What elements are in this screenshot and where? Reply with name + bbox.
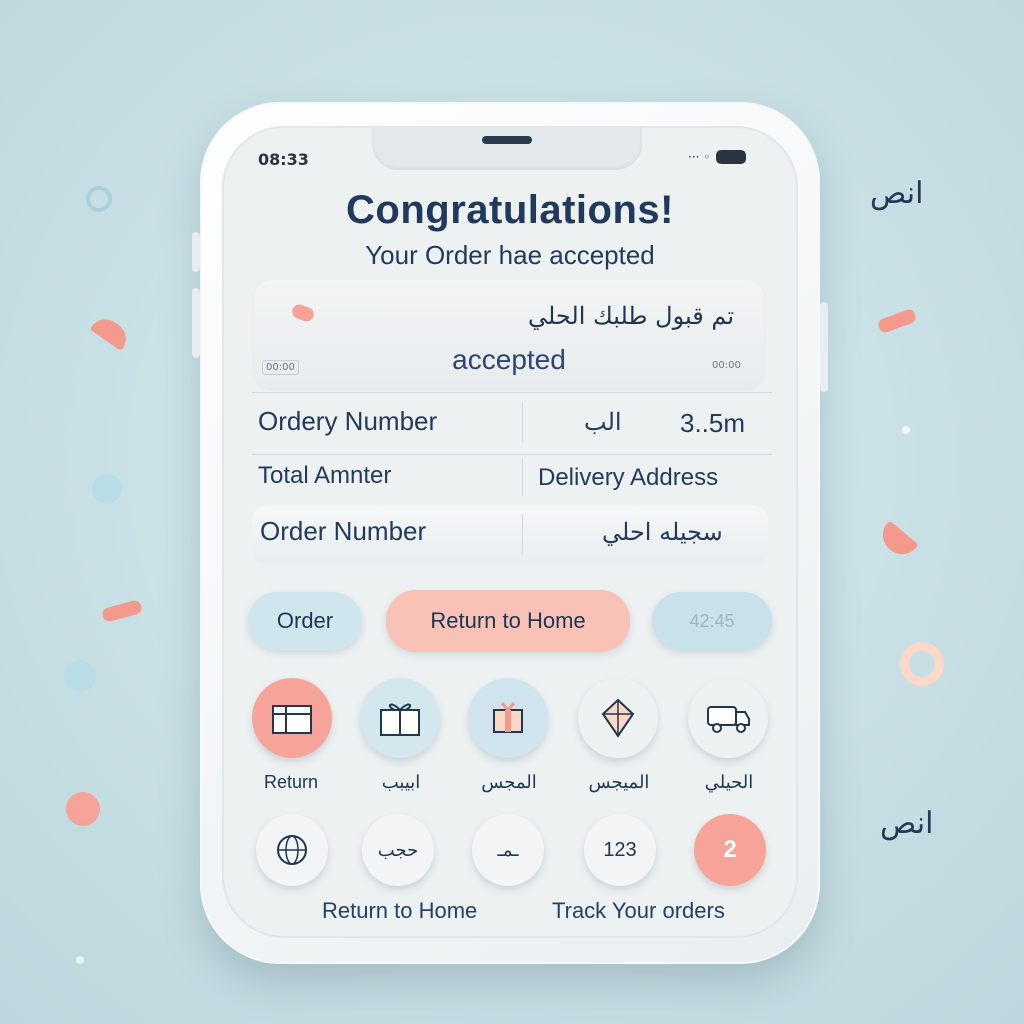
signal-icon: ··· ◦ (688, 150, 711, 164)
side-decorative-text-top: انص (870, 176, 924, 211)
time-button[interactable]: 42:45 (652, 592, 772, 650)
return-home-button[interactable]: Return to Home (386, 590, 630, 652)
icon-label-return: Return (263, 772, 319, 792)
delivery-address-label: Delivery Address (538, 464, 719, 491)
accepted-card: تم قبول طلبك الحلي accepted 00:00 00:00 (254, 280, 764, 388)
present-icon-button[interactable] (468, 678, 548, 758)
gift-ribbon-icon (380, 703, 420, 736)
page-title: Congratulations! (346, 188, 674, 232)
present-icon (493, 702, 523, 733)
order-number-label: Ordery Number (258, 406, 438, 436)
speaker-icon (482, 136, 532, 144)
confetti-dot (902, 426, 910, 434)
confetti-dot (92, 474, 122, 504)
confetti-ring (900, 642, 944, 686)
footer-return-home-link[interactable]: Return to Home (322, 898, 477, 924)
diamond-icon (601, 698, 635, 738)
globe-icon (277, 835, 307, 865)
order-number-label-2: Order Number (260, 516, 427, 546)
volume-button (192, 288, 200, 358)
dash-icon-button[interactable]: ـمـ (472, 814, 544, 886)
battery-icon (716, 150, 747, 164)
order-number-value: 3..5m (680, 408, 746, 438)
footer-track-orders-link[interactable]: Track Your orders (552, 898, 725, 924)
confetti-dot (66, 792, 100, 826)
icon-label-5: الحيلي (704, 772, 754, 793)
order-button[interactable]: Order (248, 592, 362, 650)
divider (522, 514, 523, 554)
gift-ribbon-icon-button[interactable] (360, 678, 440, 758)
confetti-piece (876, 307, 918, 335)
order-number-arabic: الب (584, 408, 622, 436)
icon-label-3: المجس (481, 772, 537, 793)
divider (522, 402, 523, 442)
confetti-ring (86, 186, 112, 212)
arabic-text-icon-button[interactable]: حجب (362, 814, 434, 886)
confetti-dot (76, 956, 84, 964)
divider (252, 392, 772, 393)
diamond-icon-button[interactable] (578, 678, 658, 758)
delivery-truck-icon-button[interactable] (688, 678, 768, 758)
volume-button (192, 232, 200, 272)
confetti-piece (89, 312, 133, 352)
delivery-truck-icon (707, 706, 750, 733)
side-decorative-text-bottom: انص (880, 806, 934, 841)
order-number-value-2: سجيله احلي (602, 518, 723, 546)
notch (372, 126, 642, 170)
divider (252, 454, 772, 455)
confetti-piece (100, 599, 144, 623)
confetti-dot (64, 660, 96, 692)
confetti-piece (290, 302, 316, 324)
icon-label-4: الميجس (588, 772, 650, 793)
icon-label-2: ابيبب (381, 772, 421, 793)
power-button (820, 302, 828, 392)
phone-screen: 08:33 ··· ◦ Congratulations! Your Order … (222, 126, 798, 938)
gift-box-icon-button[interactable] (252, 678, 332, 758)
number-icon-button[interactable]: 123 (584, 814, 656, 886)
phone-frame: 08:33 ··· ◦ Congratulations! Your Order … (192, 102, 828, 964)
globe-icon-button[interactable] (256, 814, 328, 886)
status-time: 08:33 (258, 150, 309, 169)
badge-icon-button[interactable]: 2 (694, 814, 766, 886)
divider (522, 458, 523, 496)
arabic-message: تم قبول طلبك الحلي (527, 302, 734, 330)
page-subtitle: Your Order hae accepted (365, 240, 655, 270)
accepted-label: accepted (452, 344, 566, 375)
confetti-piece (875, 520, 919, 562)
tiny-badge-right: 00:00 (712, 360, 741, 371)
gift-box-icon (272, 705, 312, 734)
tiny-badge-left: 00:00 (262, 360, 299, 375)
total-amount-label: Total Amnter (258, 462, 392, 489)
status-icons: ··· ◦ (688, 150, 747, 164)
